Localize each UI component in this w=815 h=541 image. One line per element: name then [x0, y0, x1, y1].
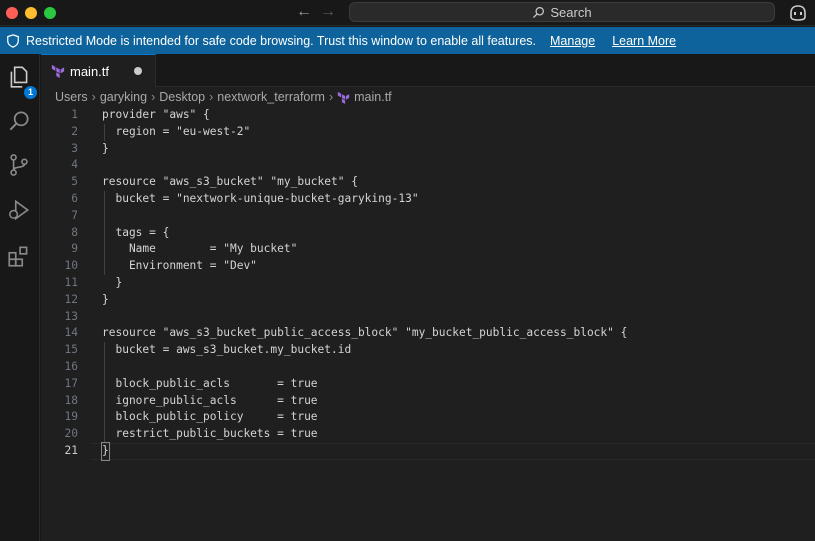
- line-number: 8: [71, 225, 78, 239]
- explorer-button[interactable]: 1: [6, 64, 37, 99]
- code-line[interactable]: bucket = aws_s3_bucket.my_bucket.id: [102, 342, 627, 359]
- run-debug-button[interactable]: [6, 197, 32, 223]
- breadcrumb: Users › garyking › Desktop › nextwork_te…: [41, 87, 815, 107]
- line-number: 16: [64, 359, 78, 373]
- line-number: 9: [71, 242, 78, 256]
- minimize-window-button[interactable]: [25, 7, 37, 19]
- extensions-icon: [8, 246, 28, 267]
- line-number: 17: [64, 376, 78, 390]
- maximize-window-button[interactable]: [44, 7, 56, 19]
- unsaved-dot-icon[interactable]: [134, 67, 142, 75]
- restricted-mode-banner: Restricted Mode is intended for safe cod…: [0, 27, 815, 54]
- line-number: 5: [71, 175, 78, 189]
- code-line[interactable]: provider "aws" {: [102, 107, 627, 124]
- breadcrumb-item[interactable]: garyking: [100, 90, 147, 104]
- code-line[interactable]: resource "aws_s3_bucket_public_access_bl…: [102, 325, 627, 342]
- code-line[interactable]: block_public_policy = true: [102, 409, 627, 426]
- line-number: 20: [64, 427, 78, 441]
- code-line[interactable]: Name = "My bucket": [102, 241, 627, 258]
- search-icon: [533, 6, 545, 18]
- editor-tab-bar: main.tf: [41, 54, 815, 87]
- terraform-icon: [337, 91, 350, 104]
- close-window-button[interactable]: [6, 7, 18, 19]
- source-control-button[interactable]: [6, 152, 32, 178]
- code-line[interactable]: }: [102, 292, 627, 309]
- code-line[interactable]: [102, 359, 627, 376]
- search-label: Search: [550, 4, 592, 20]
- tab-main-tf[interactable]: main.tf: [41, 54, 156, 87]
- code-line[interactable]: resource "aws_s3_bucket" "my_bucket" {: [102, 174, 627, 191]
- line-number: 15: [64, 343, 78, 357]
- learn-more-link[interactable]: Learn More: [612, 34, 676, 48]
- terraform-icon: [51, 64, 65, 78]
- code-line[interactable]: block_public_acls = true: [102, 376, 627, 393]
- line-number: 4: [71, 158, 78, 172]
- command-center-search[interactable]: Search: [349, 2, 775, 22]
- line-number: 13: [64, 309, 78, 323]
- search-icon: [9, 111, 29, 131]
- breadcrumb-item[interactable]: nextwork_terraform: [217, 90, 325, 104]
- activity-bar: 1: [0, 54, 40, 541]
- line-number: 11: [64, 275, 78, 289]
- code-editor[interactable]: 1 2 3 4 5 6 7 8 9 10 11 12 13 14 15 16 17 18 19 20 21 provid…: [41, 107, 815, 541]
- chevron-right-icon: ›: [151, 90, 156, 104]
- line-number: 21: [64, 443, 78, 457]
- extensions-button[interactable]: [6, 243, 32, 269]
- line-number: 10: [64, 259, 78, 273]
- line-number: 14: [64, 326, 78, 340]
- breadcrumb-item[interactable]: Desktop: [159, 90, 205, 104]
- banner-message: Restricted Mode is intended for safe cod…: [26, 33, 536, 48]
- line-number-gutter: 1 2 3 4 5 6 7 8 9 10 11 12 13 14 15 16 17 18 19 20 21: [41, 107, 91, 460]
- chevron-right-icon: ›: [328, 90, 334, 104]
- code-line[interactable]: ignore_public_acls = true: [102, 393, 627, 410]
- line-number: 6: [71, 191, 78, 205]
- code-line[interactable]: Environment = "Dev": [102, 258, 627, 275]
- tab-label: main.tf: [70, 63, 110, 79]
- source-control-icon: [10, 154, 28, 176]
- code-line[interactable]: [102, 157, 627, 174]
- line-number: 19: [64, 410, 78, 424]
- code-line[interactable]: region = "eu-west-2": [102, 124, 627, 141]
- title-bar: ← → Search: [0, 0, 815, 26]
- code-line[interactable]: [102, 309, 627, 326]
- breadcrumb-item[interactable]: Users: [55, 90, 88, 104]
- line-number: 18: [64, 393, 78, 407]
- code-line[interactable]: restrict_public_buckets = true: [102, 426, 627, 443]
- arrow-right-icon[interactable]: →: [320, 3, 336, 21]
- code-lines[interactable]: provider "aws" { region = "eu-west-2"} re…: [101, 107, 627, 461]
- breadcrumb-item[interactable]: main.tf: [354, 90, 392, 104]
- chevron-right-icon: ›: [91, 90, 96, 104]
- code-line[interactable]: }: [102, 275, 627, 292]
- code-line[interactable]: bucket = "nextwork-unique-bucket-garykin…: [102, 191, 627, 208]
- code-line[interactable]: [102, 208, 627, 225]
- line-number: 3: [71, 141, 78, 155]
- arrow-left-icon[interactable]: ←: [296, 3, 312, 21]
- chevron-right-icon: ›: [209, 90, 214, 104]
- code-line[interactable]: tags = {: [102, 225, 627, 242]
- copilot-icon[interactable]: [788, 4, 808, 22]
- manage-link[interactable]: Manage: [550, 34, 595, 48]
- line-number: 7: [71, 208, 78, 222]
- line-number: 1: [71, 108, 78, 121]
- shield-icon: [7, 33, 19, 48]
- line-number: 2: [71, 124, 78, 138]
- line-number: 12: [64, 292, 78, 306]
- code-line[interactable]: }: [102, 141, 627, 158]
- search-view-button[interactable]: [6, 108, 32, 134]
- matched-bracket: }: [101, 441, 110, 461]
- code-line[interactable]: }: [101, 441, 627, 461]
- run-debug-icon: [9, 199, 30, 221]
- explorer-badge: 1: [24, 86, 37, 99]
